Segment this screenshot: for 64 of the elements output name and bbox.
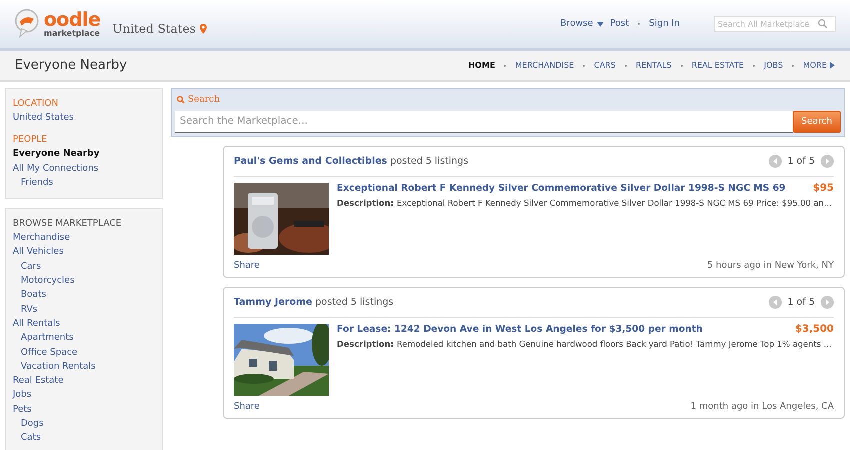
listing-meta: 5 hours ago in New York, NY (707, 261, 834, 271)
section-heading: LOCATION (13, 98, 60, 111)
nav-tab[interactable]: JOBS (764, 61, 784, 70)
description-label: Description: (337, 339, 394, 349)
next-icon[interactable] (821, 155, 834, 168)
nav-tab[interactable]: CARS (594, 61, 616, 70)
nav-tab[interactable]: HOME (468, 61, 496, 70)
listing-title-link[interactable]: Exceptional Robert F Kennedy Silver Commemorative Silver Dollar 1998-S NGC MS 69 (337, 183, 786, 194)
listing-description: Remodeled kitchen and bath Genuine hardwood floors Back yard Patio! Tammy Jerome Top 1% agents ... (396, 339, 832, 349)
sidebar-link[interactable]: RVs (13, 302, 155, 317)
previous-icon[interactable] (768, 155, 782, 168)
sidebar-link[interactable]: All Rentals (13, 316, 155, 332)
nav-tab[interactable]: REAL ESTATE (692, 61, 744, 70)
post-summary: Paul's Gems and Collectibles posted 5 listings (234, 156, 469, 167)
description-label: Description: (337, 198, 394, 208)
header-link[interactable]: Post (610, 19, 630, 29)
listing-meta: 1 month ago in Los Angeles, CA (690, 402, 834, 412)
caret-icon (830, 62, 835, 69)
sidebar-link[interactable]: United States (13, 111, 155, 126)
sidebar-link[interactable]: Cars (13, 260, 155, 274)
nav-tab[interactable]: RENTALS (636, 61, 672, 70)
sidebar-link[interactable]: Boats (13, 288, 155, 303)
search-label: Search (188, 95, 220, 105)
previous-icon[interactable] (768, 296, 782, 309)
sidebar-link[interactable]: Friends (13, 176, 155, 190)
sidebar-link[interactable]: Merchandise (13, 231, 155, 246)
page-title: Everyone Nearby (15, 58, 128, 73)
share-link[interactable]: Share (234, 402, 260, 412)
poster-link[interactable]: Tammy Jerome (234, 297, 312, 308)
header-link[interactable]: Browse (560, 19, 604, 29)
sidebar-link[interactable]: Jobs (13, 388, 155, 403)
listing-price: $3,500 (795, 324, 834, 335)
listing-description: Exceptional Robert F Kennedy Silver Commemorative Silver Dollar 1998-S NGC MS 69 Price: $95.00 an... (396, 198, 832, 208)
sidebar-link[interactable]: Cats (13, 431, 155, 446)
sidebar-link[interactable]: Dogs (13, 417, 155, 432)
sidebar-link[interactable]: Motorcycles (13, 274, 155, 288)
pager-count: 1 of 5 (788, 297, 815, 308)
location-pin-icon (200, 24, 207, 34)
search-field[interactable]: Search the Marketplace... (175, 111, 793, 133)
logo-icon[interactable] (14, 9, 40, 39)
logo-subtitle: marketplace (44, 30, 101, 38)
nav-tab[interactable]: MERCHANDISE (515, 61, 574, 70)
next-icon[interactable] (821, 296, 834, 309)
location-link[interactable]: United States (112, 12, 196, 36)
nav-tab[interactable]: MORE (803, 61, 835, 70)
pager-count: 1 of 5 (788, 156, 815, 167)
poster-link[interactable]: Paul's Gems and Collectibles (234, 156, 388, 167)
sidebar-link[interactable]: Everyone Nearby (13, 147, 155, 162)
section-heading: BROWSE MARKETPLACE (13, 218, 123, 232)
sidebar-link[interactable]: All My Connections (13, 162, 155, 176)
sidebar-link[interactable]: Apartments (13, 331, 155, 346)
listing-title-link[interactable]: For Lease: 1242 Devon Ave in West Los Angeles for $3,500 per month (337, 324, 703, 335)
share-link[interactable]: Share (234, 261, 260, 271)
sidebar-link[interactable]: Pets (13, 402, 155, 418)
search-icon (177, 96, 185, 104)
sidebar-link[interactable]: Office Space (13, 346, 155, 360)
listing-price: $95 (813, 183, 834, 194)
post-summary: Tammy Jerome posted 5 listings (234, 297, 394, 308)
sidebar-link[interactable]: Real Estate (13, 374, 155, 388)
sidebar-link[interactable]: Vacation Rentals (13, 360, 155, 374)
header-link[interactable]: Sign In (649, 19, 680, 29)
sidebar-link[interactable]: All Vehicles (13, 245, 155, 260)
section-heading: PEOPLE (13, 134, 48, 148)
search-icon[interactable] (818, 19, 828, 29)
